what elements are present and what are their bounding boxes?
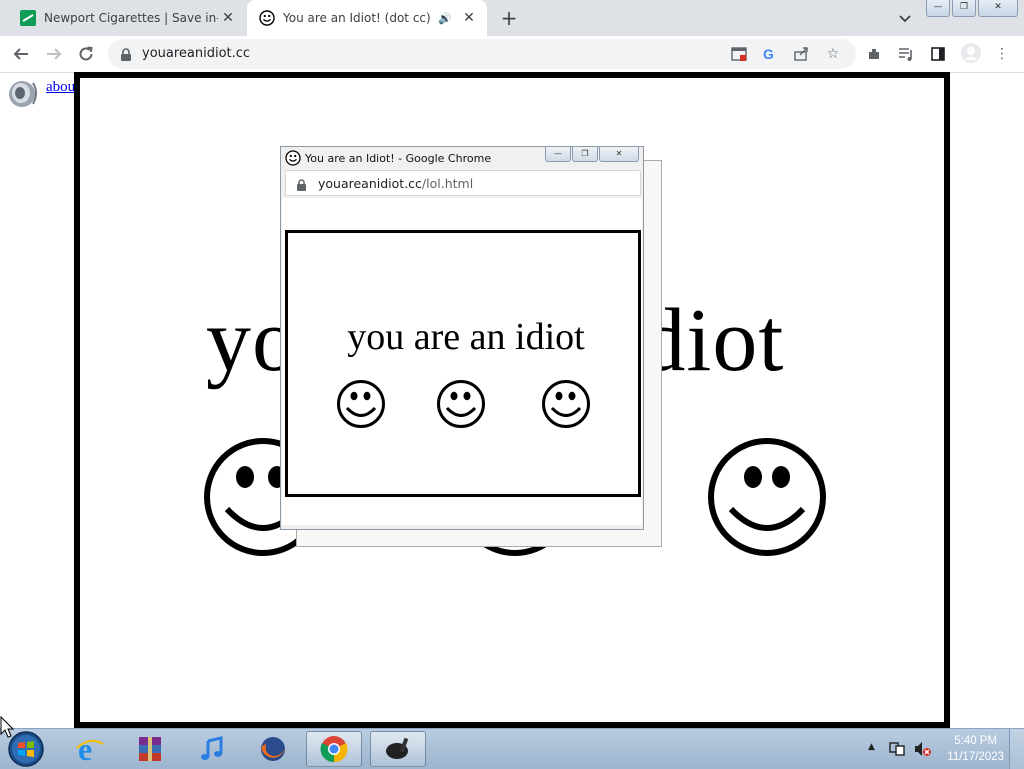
taskbar-winrar[interactable] <box>122 731 178 767</box>
clock-time: 5:40 PM <box>954 735 998 747</box>
maximize-button[interactable]: ❐ <box>952 0 976 17</box>
side-panel-icon[interactable] <box>928 44 948 64</box>
mouse-cursor-icon <box>0 716 14 738</box>
tab-title: Newport Cigarettes | Save in-store <box>44 11 218 25</box>
tab-newport[interactable]: Newport Cigarettes | Save in-store ✕ <box>8 0 246 36</box>
lock-icon[interactable] <box>120 47 132 66</box>
svg-text:G: G <box>763 46 774 62</box>
clock[interactable]: 5:40 PM 11/17/2023 <box>947 733 1004 765</box>
winrar-icon <box>139 737 161 761</box>
minimize-button[interactable]: — <box>926 0 950 17</box>
profile-avatar[interactable] <box>960 42 982 64</box>
popup-headline: you are an idiot <box>347 316 585 358</box>
popup-minimize-button[interactable]: — <box>545 147 571 162</box>
tab-close-icon[interactable]: ✕ <box>459 8 479 28</box>
popup-content-frame: you are an idiot <box>285 230 641 497</box>
internet-explorer-icon: e <box>76 734 104 764</box>
close-window-button[interactable]: ✕ <box>978 0 1018 17</box>
tray-expand-icon[interactable]: ▲ <box>868 742 875 752</box>
popup-maximize-button[interactable]: ❐ <box>572 147 598 162</box>
new-tab-button[interactable]: + <box>498 7 520 29</box>
taskbar-chrome[interactable] <box>306 731 362 767</box>
popup-blocked-icon[interactable] <box>730 45 748 63</box>
speaker-icon[interactable] <box>6 77 40 109</box>
google-icon[interactable]: G <box>760 45 778 63</box>
audio-playing-icon[interactable]: 🔊 <box>437 12 453 25</box>
smiley-icon <box>337 380 385 428</box>
taskbar-internet-explorer[interactable]: e <box>62 731 118 767</box>
taskbar-itunes[interactable] <box>184 731 240 767</box>
popup-url-path: /lol.html <box>421 176 474 191</box>
itunes-icon <box>201 736 223 760</box>
firefox-icon <box>261 737 285 761</box>
lock-icon[interactable] <box>296 177 307 196</box>
tab-strip: Newport Cigarettes | Save in-store ✕ You… <box>0 0 1024 36</box>
popup-address-bar[interactable]: youareanidiot.cc/lol.html <box>285 170 641 196</box>
browser-toolbar: youareanidiot.cc G ☆ ⋮ <box>0 36 1024 73</box>
tab-title: You are an Idiot! (dot cc) <box>283 11 431 25</box>
popup-url-host: youareanidiot.cc <box>318 176 422 191</box>
address-url: youareanidiot.cc <box>142 46 251 61</box>
chrome-icon <box>320 736 348 763</box>
back-icon[interactable] <box>10 43 32 65</box>
popup-body: you are an idiot <box>282 198 642 525</box>
bookmark-star-icon[interactable]: ☆ <box>824 45 842 63</box>
popup-window-controls: — ❐ ✕ <box>545 147 639 162</box>
newport-icon <box>20 10 36 26</box>
smiley-icon <box>437 380 485 428</box>
smiley-icon <box>259 10 275 26</box>
reload-icon[interactable] <box>75 43 97 65</box>
smiley-icon <box>285 150 301 166</box>
forward-icon[interactable] <box>43 43 65 65</box>
svg-text:e: e <box>78 734 92 764</box>
address-bar[interactable]: youareanidiot.cc G ☆ <box>108 39 856 69</box>
taskbar: e ▲ 5:40 PM 11/17/2023 <box>0 728 1024 769</box>
tab-search-icon[interactable] <box>896 9 914 27</box>
popup-titlebar[interactable]: You are an Idiot! - Google Chrome <box>285 150 491 166</box>
tab-youareanidiot[interactable]: You are an Idiot! (dot cc) 🔊 ✕ <box>247 0 487 36</box>
taskbar-firefox[interactable] <box>245 731 301 767</box>
app-icon <box>386 737 409 759</box>
smiley-icon <box>542 380 590 428</box>
show-desktop-button[interactable] <box>1009 729 1024 769</box>
network-icon[interactable] <box>889 741 907 761</box>
menu-kebab-icon[interactable]: ⋮ <box>992 44 1012 64</box>
extensions-icon[interactable] <box>864 44 884 64</box>
volume-muted-icon[interactable] <box>913 740 931 762</box>
window-controls: — ❐ ✕ <box>926 0 1018 17</box>
share-icon[interactable] <box>792 45 810 63</box>
popup-window[interactable]: You are an Idiot! - Google Chrome — ❐ ✕ … <box>280 146 644 530</box>
clock-date: 11/17/2023 <box>947 751 1004 763</box>
tab-close-icon[interactable]: ✕ <box>218 8 238 28</box>
taskbar-app[interactable] <box>370 731 426 767</box>
popup-title: You are an Idiot! - Google Chrome <box>305 151 492 165</box>
popup-url: youareanidiot.cc/lol.html <box>318 176 473 191</box>
popup-close-button[interactable]: ✕ <box>599 147 639 162</box>
media-control-icon[interactable] <box>896 44 916 64</box>
smiley-icon <box>708 438 826 556</box>
